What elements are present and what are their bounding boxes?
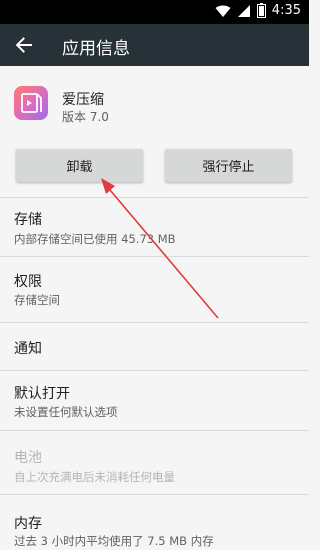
row-open-by-default[interactable]: 默认打开 未设置任何默认选项 [0,371,309,430]
row-permissions[interactable]: 权限 存储空间 [0,257,309,322]
force-stop-button[interactable]: 强行停止 [165,149,292,182]
row-title: 通知 [14,341,42,357]
row-notifications[interactable]: 通知 [0,323,309,370]
status-time: 4:35 [271,3,301,18]
battery-icon [256,3,266,18]
app-name: 爱压缩 [62,92,104,108]
row-subtitle: 未设置任何默认选项 [14,405,118,419]
row-title: 内存 [14,516,42,532]
status-icons: 4:35 [215,3,301,18]
row-subtitle: 内部存储空间已使用 45.73 MB [14,232,176,246]
app-bar: 应用信息 [0,24,309,66]
app-version: 版本 7.0 [62,110,109,124]
row-subtitle: 过去 3 小时内平均使用了 7.5 MB 内存 [14,534,214,548]
page-title: 应用信息 [62,39,130,59]
row-title: 默认打开 [14,386,70,402]
arrow-back-icon [15,37,32,53]
signal-icon [237,4,250,17]
app-compress-icon [14,86,48,120]
row-title: 存储 [14,212,42,228]
row-memory[interactable]: 内存 过去 3 小时内平均使用了 7.5 MB 内存 [0,495,309,550]
app-header: 爱压缩 版本 7.0 [0,66,309,134]
row-subtitle: 存储空间 [14,293,60,307]
back-button[interactable] [12,33,36,57]
row-storage[interactable]: 存储 内部存储空间已使用 45.73 MB [0,198,309,256]
row-title: 电池 [14,450,42,466]
status-bar: 4:35 [0,0,309,24]
row-subtitle: 自上次充满电后未消耗任何电量 [14,470,175,484]
row-title: 权限 [14,274,42,290]
uninstall-button[interactable]: 卸载 [16,149,143,182]
row-battery: 电池 自上次充满电后未消耗任何电量 [0,431,309,494]
wifi-icon [215,4,231,17]
